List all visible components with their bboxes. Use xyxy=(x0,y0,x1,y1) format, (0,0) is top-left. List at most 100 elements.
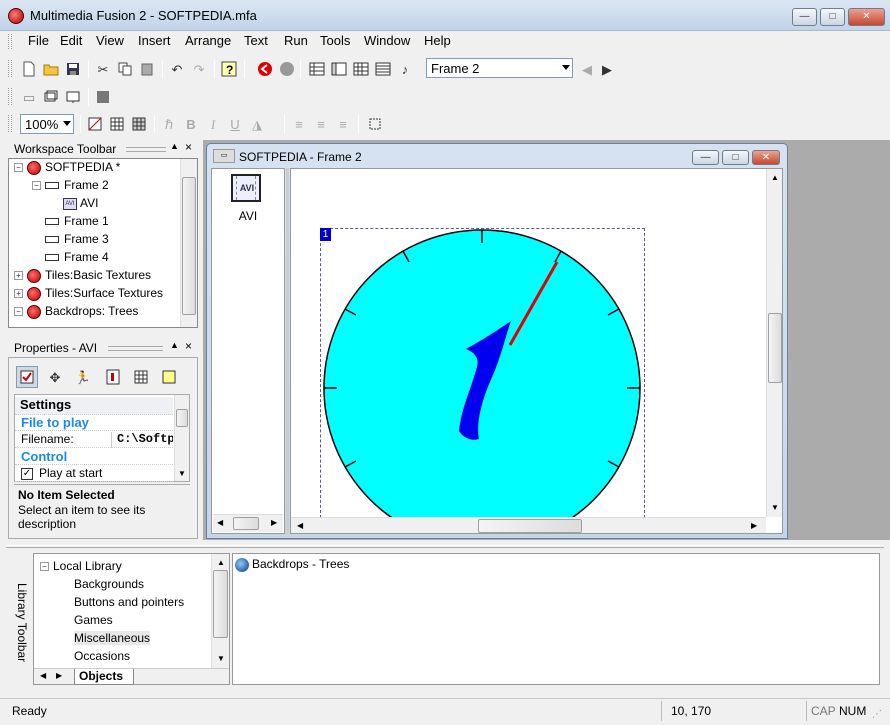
grid-toggle-icon[interactable] xyxy=(94,88,112,106)
scroll-down-icon[interactable]: ▼ xyxy=(771,503,779,512)
frame-editor-icon[interactable] xyxy=(330,60,348,78)
next-frame-icon[interactable]: ▶ xyxy=(598,60,616,78)
filename-value[interactable]: C:\Softp xyxy=(117,432,173,446)
library-category[interactable]: Buttons and pointers xyxy=(74,595,184,609)
grid-setup-icon[interactable] xyxy=(130,115,148,133)
collapse-icon[interactable]: − xyxy=(14,307,23,317)
workspace-item[interactable]: + Tiles:Surface Textures xyxy=(14,286,163,301)
pin-icon[interactable]: ▲ xyxy=(170,141,179,151)
collapse-icon[interactable]: − xyxy=(32,181,41,191)
grid-icon[interactable] xyxy=(108,115,126,133)
text-color-icon[interactable]: ◮ xyxy=(248,115,266,133)
runtime-options-tab-icon[interactable]: 🏃 xyxy=(74,368,92,386)
align-right-icon[interactable]: ≡ xyxy=(334,115,352,133)
play-at-start-checkbox[interactable]: ✓ xyxy=(21,467,33,480)
snap-icon[interactable] xyxy=(86,115,104,133)
library-scrollbar[interactable]: ▲ ▼ xyxy=(211,554,229,668)
workspace-item[interactable]: AVI AVI xyxy=(50,196,98,210)
scroll-left-icon[interactable]: ◀ xyxy=(297,521,303,530)
scroll-thumb[interactable] xyxy=(182,177,196,315)
align-center-icon[interactable]: ≡ xyxy=(312,115,330,133)
underline-icon[interactable]: U xyxy=(226,115,244,133)
resize-grip-icon[interactable]: ⋰ xyxy=(872,709,882,720)
crop-icon[interactable] xyxy=(366,115,384,133)
event-list-icon[interactable] xyxy=(374,60,392,78)
frame-minimize-button[interactable]: — xyxy=(692,150,719,165)
tab-objects[interactable]: Objects xyxy=(74,669,134,685)
menu-help[interactable]: Help xyxy=(424,33,451,48)
scroll-left-icon[interactable]: ◀ xyxy=(217,518,223,527)
menu-file[interactable]: File xyxy=(28,33,49,48)
expand-icon[interactable]: + xyxy=(14,271,23,281)
insert-object-icon[interactable]: ▭ xyxy=(20,88,38,106)
run-application-icon[interactable] xyxy=(256,60,274,78)
frame-select[interactable]: Frame 2 xyxy=(426,58,573,78)
event-editor-icon[interactable] xyxy=(352,60,370,78)
window-icon[interactable] xyxy=(64,88,82,106)
italic-icon[interactable]: I xyxy=(204,115,222,133)
library-root[interactable]: − Local Library xyxy=(40,559,122,573)
maximize-button[interactable]: □ xyxy=(820,8,845,26)
workspace-item[interactable]: − Backdrops: Trees xyxy=(14,304,138,319)
scroll-up-icon[interactable]: ▲ xyxy=(217,558,225,567)
workspace-item[interactable]: Frame 3 xyxy=(32,232,109,246)
paste-icon[interactable] xyxy=(138,60,156,78)
scroll-up-icon[interactable]: ▲ xyxy=(771,173,779,182)
bold-icon[interactable]: B xyxy=(182,115,200,133)
panel-close-icon[interactable]: × xyxy=(185,339,192,353)
scroll-down-icon[interactable]: ▼ xyxy=(178,469,186,478)
previous-frame-icon[interactable]: ◀ xyxy=(578,60,596,78)
filename-row[interactable]: Filename: C:\Softp xyxy=(15,432,173,448)
frame-canvas[interactable]: 1 ▲ ▼ ◀ ▶ xyxy=(290,168,783,534)
menu-text[interactable]: Text xyxy=(244,33,268,48)
library-category[interactable]: Backgrounds xyxy=(74,577,144,591)
data-elements-icon[interactable]: ♪ xyxy=(396,60,414,78)
collapse-icon[interactable]: − xyxy=(40,562,49,572)
layers-icon[interactable] xyxy=(42,88,60,106)
close-button[interactable]: ✕ xyxy=(848,8,885,26)
expand-icon[interactable]: + xyxy=(14,289,23,299)
size-position-tab-icon[interactable]: ✥ xyxy=(46,368,64,386)
undo-icon[interactable]: ↶ xyxy=(168,60,186,78)
storyboard-editor-icon[interactable] xyxy=(308,60,326,78)
about-tab-icon[interactable] xyxy=(104,368,122,386)
scroll-thumb[interactable] xyxy=(233,517,259,530)
stop-icon[interactable] xyxy=(278,60,296,78)
redo-icon[interactable]: ↷ xyxy=(190,60,208,78)
workspace-item[interactable]: − SOFTPEDIA * xyxy=(14,160,120,175)
shelf-hscrollbar[interactable]: ◀ ▶ xyxy=(213,514,283,532)
font-icon[interactable]: ℏ xyxy=(160,115,178,133)
avi-object[interactable]: AVI xyxy=(216,174,276,204)
cut-icon[interactable]: ✂ xyxy=(94,60,112,78)
canvas-vscrollbar[interactable]: ▲ ▼ xyxy=(766,169,782,517)
menu-insert[interactable]: Insert xyxy=(138,33,171,48)
frame-close-button[interactable]: ✕ xyxy=(752,150,780,165)
workspace-item[interactable]: Frame 1 xyxy=(32,214,109,228)
library-category[interactable]: Occasions xyxy=(74,649,130,663)
scroll-down-icon[interactable]: ▼ xyxy=(217,654,225,663)
workspace-item[interactable]: − Frame 2 xyxy=(32,178,109,192)
copy-icon[interactable] xyxy=(116,60,134,78)
values-tab-icon[interactable] xyxy=(132,368,150,386)
menu-edit[interactable]: Edit xyxy=(60,33,82,48)
align-left-icon[interactable]: ≡ xyxy=(290,115,308,133)
tab-scroll-right-icon[interactable]: ▶ xyxy=(56,671,62,680)
menu-view[interactable]: View xyxy=(96,33,124,48)
help-icon[interactable]: ? xyxy=(220,60,238,78)
open-folder-icon[interactable] xyxy=(42,60,60,78)
tab-scroll-left-icon[interactable]: ◀ xyxy=(40,671,46,680)
workspace-item[interactable]: + Tiles:Basic Textures xyxy=(14,268,151,283)
workspace-item[interactable]: Frame 4 xyxy=(32,250,109,264)
scroll-thumb[interactable] xyxy=(478,519,582,533)
menu-run[interactable]: Run xyxy=(284,33,308,48)
canvas-hscrollbar[interactable]: ◀ ▶ xyxy=(291,517,766,533)
clock-face[interactable] xyxy=(321,229,645,519)
library-category[interactable]: Games xyxy=(74,613,113,627)
library-category[interactable]: Miscellaneous xyxy=(74,631,151,645)
collapse-icon[interactable]: − xyxy=(14,163,23,173)
scroll-thumb[interactable] xyxy=(176,409,188,427)
scroll-right-icon[interactable]: ▶ xyxy=(751,521,757,530)
menu-arrange[interactable]: Arrange xyxy=(185,33,231,48)
menu-window[interactable]: Window xyxy=(364,33,410,48)
events-tab-icon[interactable] xyxy=(160,368,178,386)
